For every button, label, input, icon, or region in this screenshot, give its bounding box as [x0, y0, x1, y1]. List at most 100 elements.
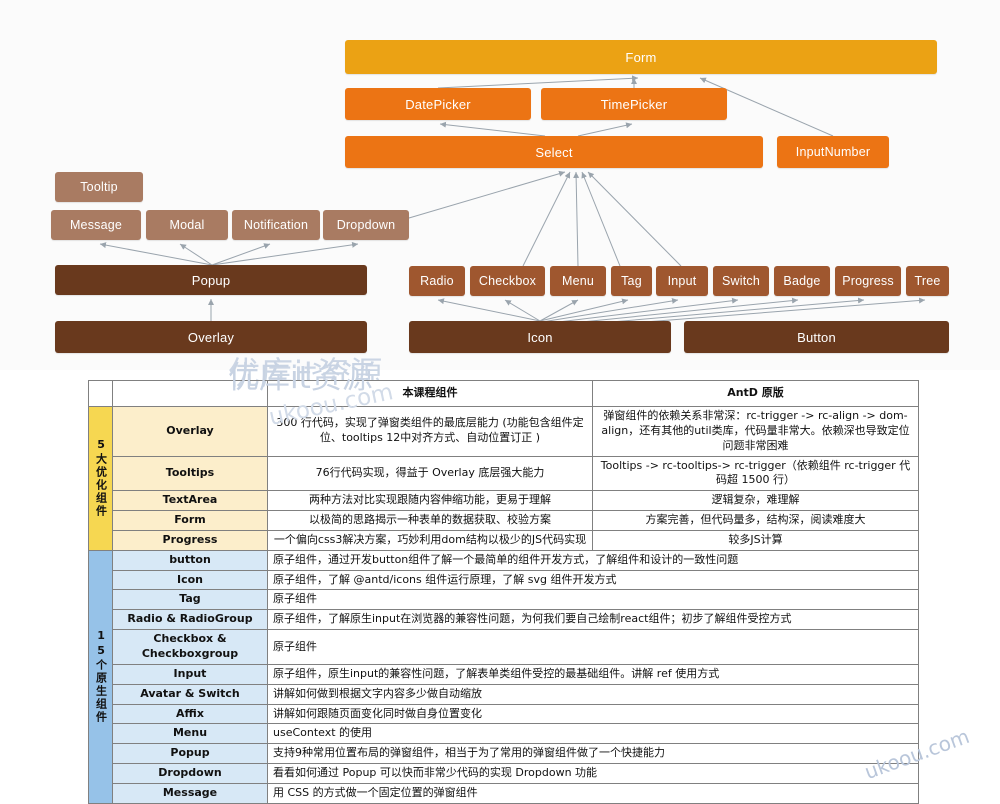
diagram-node-label: Radio: [420, 274, 454, 288]
diagram-node-datepicker[interactable]: DatePicker: [345, 88, 531, 120]
diagram-node-label: Select: [535, 144, 573, 160]
row-course-desc: 讲解如何跟随页面变化同时做自身位置变化: [267, 703, 919, 725]
table-body: 5大优化组件 Overlay 300 行代码，实现了弹窗类组件的最底层能力 (功能包…: [88, 406, 919, 804]
diagram-node-label: Dropdown: [336, 218, 396, 232]
diagram-node-tag[interactable]: Tag: [611, 266, 652, 296]
diagram-node-button[interactable]: Button: [684, 321, 949, 353]
row-component-name: Icon: [112, 569, 268, 591]
diagram-node-label: Form: [625, 49, 657, 65]
group-label-text: 5大优化组件: [94, 438, 108, 519]
row-course-desc: 300 行代码，实现了弹窗类组件的最底层能力 (功能包含组件定位、tooltip…: [267, 406, 593, 457]
row-component-name: Progress: [112, 529, 268, 551]
architecture-diagram: 优库it资源 Form DatePicker TimePicker Select Inp…: [0, 0, 1000, 392]
row-course-desc: 用 CSS 的方式做一个固定位置的弹窗组件: [267, 782, 919, 804]
table-row: TextArea 两种方法对比实现跟随内容伸缩功能，更易于理解 逻辑复杂，难理解: [89, 490, 919, 512]
diagram-node-form[interactable]: Form: [345, 40, 937, 74]
diagram-node-dropdown[interactable]: Dropdown: [323, 210, 409, 240]
diagram-node-label: Menu: [561, 274, 595, 288]
table-row: Progress 一个偏向css3解决方案，巧妙利用dom结构以极少的JS代码实现…: [89, 529, 919, 551]
row-course-desc: 看看如何通过 Popup 可以快而非常少代码的实现 Dropdown 功能: [267, 763, 919, 784]
diagram-node-message[interactable]: Message: [51, 210, 141, 240]
diagram-node-label: Tooltip: [80, 180, 118, 194]
row-component-name: Tag: [112, 589, 268, 611]
diagram-node-label: Icon: [527, 329, 553, 345]
row-antd-desc: 较多JS计算: [592, 529, 919, 551]
header-corner-name: [112, 380, 268, 407]
diagram-node-radio[interactable]: Radio: [409, 266, 465, 296]
row-component-name: Radio & RadioGroup: [112, 609, 268, 631]
diagram-node-label: TimePicker: [600, 96, 668, 112]
diagram-node-label: Tag: [621, 274, 642, 288]
diagram-node-label: DatePicker: [405, 96, 471, 112]
table-row: Dropdown 看看如何通过 Popup 可以快而非常少代码的实现 Dropdo…: [89, 763, 919, 784]
diagram-node-inputnumber[interactable]: InputNumber: [777, 136, 889, 168]
diagram-node-label: Message: [69, 218, 123, 232]
diagram-node-timepicker[interactable]: TimePicker: [541, 88, 727, 120]
diagram-node-label: Input: [667, 274, 697, 288]
table-row: Menu useContext 的使用: [89, 723, 919, 745]
diagram-node-label: Progress: [842, 274, 894, 288]
diagram-node-badge[interactable]: Badge: [774, 266, 830, 296]
header-corner-group: [88, 380, 113, 407]
table-header-row: 本课程组件 AntD 原版: [88, 380, 919, 407]
row-course-desc: 两种方法对比实现跟随内容伸缩功能，更易于理解: [267, 490, 593, 512]
diagram-node-label: Button: [797, 329, 836, 345]
diagram-node-select[interactable]: Select: [345, 136, 763, 168]
row-component-name: Popup: [112, 743, 268, 765]
row-course-desc: 讲解如何做到根据文字内容多少做自动缩放: [267, 683, 919, 705]
diagram-node-checkbox[interactable]: Checkbox: [470, 266, 545, 296]
diagram-node-label: Tree: [914, 274, 941, 288]
diagram-node-menu[interactable]: Menu: [550, 266, 606, 296]
table-row: Message 用 CSS 的方式做一个固定位置的弹窗组件: [89, 782, 919, 804]
comparison-table-wrap: 本课程组件 AntD 原版 5大优化组件 Overlay 300 行代码，实现了弹窗…: [88, 380, 919, 804]
table-row: 5大优化组件 Overlay 300 行代码，实现了弹窗类组件的最底层能力 (功能包…: [88, 406, 919, 551]
diagram-node-modal[interactable]: Modal: [146, 210, 228, 240]
diagram-node-tooltip[interactable]: Tooltip: [55, 172, 143, 202]
diagram-node-label: Badge: [783, 274, 821, 288]
row-course-desc: 以极简的思路揭示一种表单的数据获取、校验方案: [267, 510, 593, 531]
table-row: Tag 原子组件: [89, 589, 919, 611]
row-course-desc: 76行代码实现，得益于 Overlay 底层强大能力: [267, 455, 593, 492]
row-component-name: Tooltips: [112, 455, 268, 492]
row-course-desc: 原子组件: [267, 629, 919, 665]
row-component-name: Input: [112, 663, 268, 685]
row-component-name: Form: [112, 510, 268, 531]
group-label-native: 15个原生组件: [88, 549, 113, 804]
diagram-node-switch[interactable]: Switch: [713, 266, 769, 296]
row-component-name: Checkbox & Checkboxgroup: [112, 629, 268, 665]
diagram-node-overlay[interactable]: Overlay: [55, 321, 367, 353]
diagram-node-input[interactable]: Input: [656, 266, 708, 296]
row-component-name: Menu: [112, 723, 268, 745]
row-course-desc: 支持9种常用位置布局的弹窗组件，相当于为了常用的弹窗组件做了一个快捷能力: [267, 743, 919, 765]
row-component-name: Dropdown: [112, 763, 268, 784]
diagram-node-label: Popup: [191, 272, 231, 288]
row-antd-desc: 逻辑复杂，难理解: [592, 490, 919, 512]
row-antd-desc: 弹窗组件的依赖关系非常深：rc-trigger -> rc-align -> d…: [592, 406, 919, 457]
row-component-name: button: [112, 549, 268, 571]
diagram-node-notification[interactable]: Notification: [232, 210, 320, 240]
row-antd-desc: Tooltips -> rc-tooltips-> rc-trigger（依赖组…: [592, 455, 919, 492]
row-course-desc: 一个偏向css3解决方案，巧妙利用dom结构以极少的JS代码实现: [267, 529, 593, 551]
diagram-node-label: Checkbox: [478, 274, 537, 288]
diagram-node-label: Modal: [169, 218, 205, 232]
table-row: Popup 支持9种常用位置布局的弹窗组件，相当于为了常用的弹窗组件做了一个快捷能…: [89, 743, 919, 765]
table-row: Form 以极简的思路揭示一种表单的数据获取、校验方案 方案完善，但代码量多，结构深…: [89, 510, 919, 531]
diagram-node-progress[interactable]: Progress: [835, 266, 901, 296]
table-row: Checkbox & Checkboxgroup 原子组件: [89, 629, 919, 665]
diagram-node-popup[interactable]: Popup: [55, 265, 367, 295]
row-component-name: Message: [112, 782, 268, 804]
row-antd-desc: 方案完善，但代码量多，结构深，阅读难度大: [592, 510, 919, 531]
row-course-desc: 原子组件，了解 @antd/icons 组件运行原理，了解 svg 组件开发方式: [267, 569, 919, 591]
diagram-node-label: InputNumber: [795, 145, 871, 159]
diagram-node-label: Notification: [243, 218, 309, 232]
group-label-text: 15个原生组件: [94, 629, 108, 725]
diagram-node-tree[interactable]: Tree: [906, 266, 949, 296]
row-course-desc: 原子组件: [267, 589, 919, 611]
row-component-name: TextArea: [112, 490, 268, 512]
row-component-name: Overlay: [112, 406, 268, 457]
table-row: Avatar & Switch 讲解如何做到根据文字内容多少做自动缩放: [89, 683, 919, 705]
row-course-desc: 原子组件，了解原生input在浏览器的兼容性问题，为何我们要自己绘制react组…: [267, 609, 919, 631]
row-component-name: Avatar & Switch: [112, 683, 268, 705]
comparison-table: 本课程组件 AntD 原版 5大优化组件 Overlay 300 行代码，实现了弹窗…: [88, 380, 919, 804]
diagram-node-icon[interactable]: Icon: [409, 321, 671, 353]
